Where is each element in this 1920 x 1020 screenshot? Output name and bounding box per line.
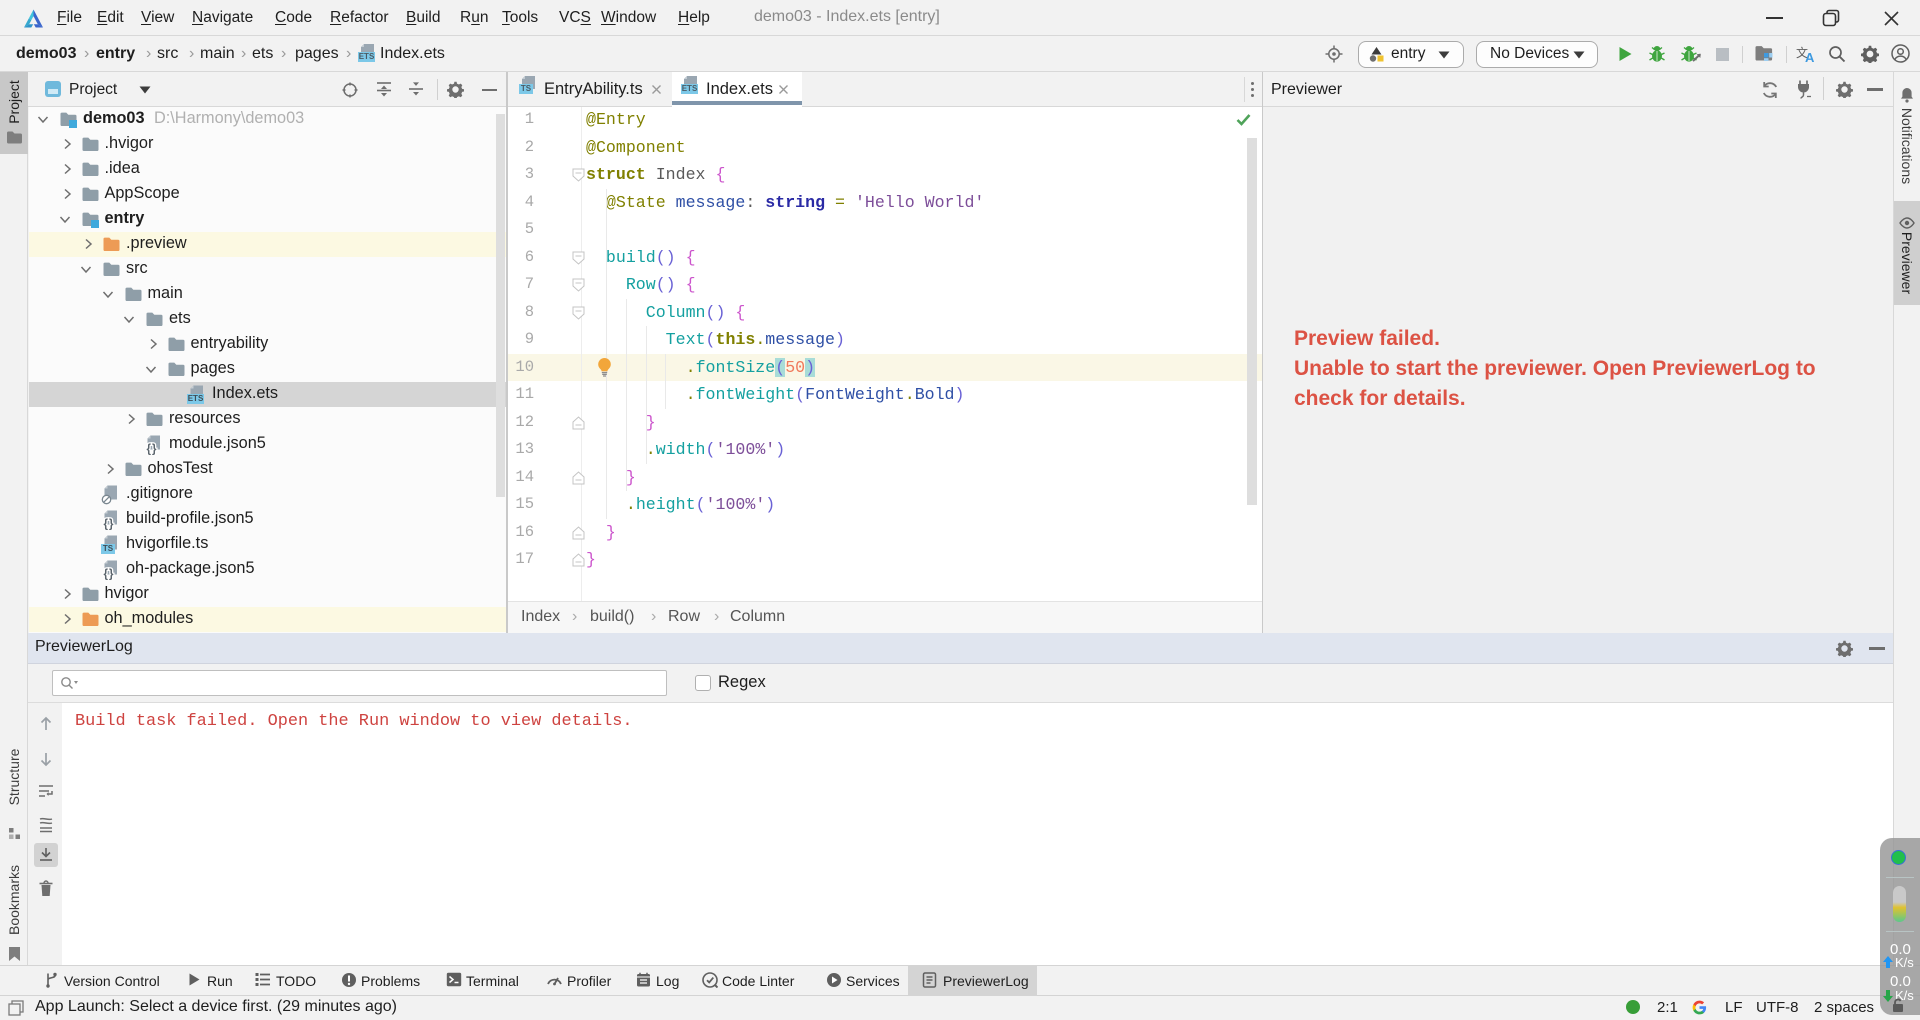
svg-text:{}: {} xyxy=(104,569,115,581)
svg-text:{}: {} xyxy=(104,519,115,531)
svg-text:{}: {} xyxy=(147,444,158,456)
svg-text:A: A xyxy=(1805,50,1815,63)
